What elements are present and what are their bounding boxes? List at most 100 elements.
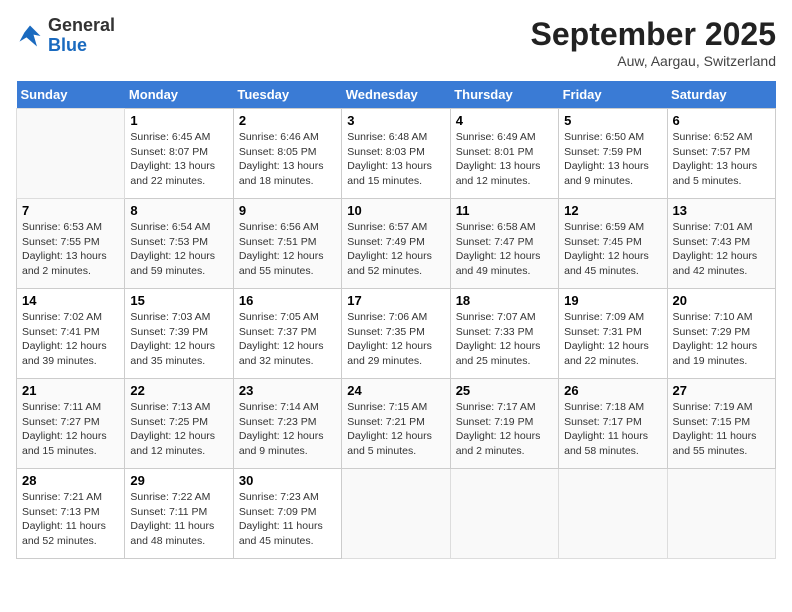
day-info: Sunrise: 6:49 AM Sunset: 8:01 PM Dayligh… [456,130,553,189]
day-number: 24 [347,383,444,398]
logo: General Blue [16,16,115,56]
location: Auw, Aargau, Switzerland [531,53,776,69]
day-info: Sunrise: 7:06 AM Sunset: 7:35 PM Dayligh… [347,310,444,369]
day-number: 26 [564,383,661,398]
day-number: 19 [564,293,661,308]
day-header-thursday: Thursday [450,81,558,109]
title-block: September 2025 Auw, Aargau, Switzerland [531,16,776,69]
week-row-2: 7 Sunrise: 6:53 AM Sunset: 7:55 PM Daylig… [17,199,776,289]
day-info: Sunrise: 7:17 AM Sunset: 7:19 PM Dayligh… [456,400,553,459]
day-info: Sunrise: 6:54 AM Sunset: 7:53 PM Dayligh… [130,220,227,279]
calendar-cell: 16 Sunrise: 7:05 AM Sunset: 7:37 PM Dayli… [233,289,341,379]
calendar-cell: 30 Sunrise: 7:23 AM Sunset: 7:09 PM Dayli… [233,469,341,559]
calendar-cell: 15 Sunrise: 7:03 AM Sunset: 7:39 PM Dayli… [125,289,233,379]
logo-icon [16,22,44,50]
week-row-3: 14 Sunrise: 7:02 AM Sunset: 7:41 PM Dayli… [17,289,776,379]
day-number: 28 [22,473,119,488]
day-info: Sunrise: 7:23 AM Sunset: 7:09 PM Dayligh… [239,490,336,549]
day-number: 12 [564,203,661,218]
day-info: Sunrise: 7:19 AM Sunset: 7:15 PM Dayligh… [673,400,770,459]
day-header-wednesday: Wednesday [342,81,450,109]
day-number: 27 [673,383,770,398]
calendar-cell: 28 Sunrise: 7:21 AM Sunset: 7:13 PM Dayli… [17,469,125,559]
day-info: Sunrise: 7:18 AM Sunset: 7:17 PM Dayligh… [564,400,661,459]
day-info: Sunrise: 6:53 AM Sunset: 7:55 PM Dayligh… [22,220,119,279]
calendar-cell: 17 Sunrise: 7:06 AM Sunset: 7:35 PM Dayli… [342,289,450,379]
day-number: 10 [347,203,444,218]
calendar-cell: 11Sunrise: 6:58 AM Sunset: 7:47 PM Dayli… [450,199,558,289]
day-number: 13 [673,203,770,218]
day-info: Sunrise: 7:07 AM Sunset: 7:33 PM Dayligh… [456,310,553,369]
calendar-cell: 10 Sunrise: 6:57 AM Sunset: 7:49 PM Dayli… [342,199,450,289]
calendar-cell [450,469,558,559]
day-info: Sunrise: 6:48 AM Sunset: 8:03 PM Dayligh… [347,130,444,189]
calendar-cell: 13 Sunrise: 7:01 AM Sunset: 7:43 PM Dayli… [667,199,775,289]
day-number: 22 [130,383,227,398]
calendar-cell: 26 Sunrise: 7:18 AM Sunset: 7:17 PM Dayli… [559,379,667,469]
calendar-cell: 12 Sunrise: 6:59 AM Sunset: 7:45 PM Dayli… [559,199,667,289]
day-header-tuesday: Tuesday [233,81,341,109]
calendar-cell: 3 Sunrise: 6:48 AM Sunset: 8:03 PM Daylig… [342,109,450,199]
day-number: 5 [564,113,661,128]
day-info: Sunrise: 6:50 AM Sunset: 7:59 PM Dayligh… [564,130,661,189]
calendar-cell: 18 Sunrise: 7:07 AM Sunset: 7:33 PM Dayli… [450,289,558,379]
day-info: Sunrise: 7:03 AM Sunset: 7:39 PM Dayligh… [130,310,227,369]
day-number: 14 [22,293,119,308]
calendar-cell: 9 Sunrise: 6:56 AM Sunset: 7:51 PM Daylig… [233,199,341,289]
day-number: 17 [347,293,444,308]
day-number: 21 [22,383,119,398]
day-number: 25 [456,383,553,398]
calendar-cell: 27 Sunrise: 7:19 AM Sunset: 7:15 PM Dayli… [667,379,775,469]
day-info: Sunrise: 7:05 AM Sunset: 7:37 PM Dayligh… [239,310,336,369]
calendar-table: SundayMondayTuesdayWednesdayThursdayFrid… [16,81,776,559]
day-info: Sunrise: 7:02 AM Sunset: 7:41 PM Dayligh… [22,310,119,369]
day-info: Sunrise: 7:21 AM Sunset: 7:13 PM Dayligh… [22,490,119,549]
day-number: 18 [456,293,553,308]
calendar-cell: 19 Sunrise: 7:09 AM Sunset: 7:31 PM Dayli… [559,289,667,379]
week-row-5: 28 Sunrise: 7:21 AM Sunset: 7:13 PM Dayli… [17,469,776,559]
day-number: 7 [22,203,119,218]
calendar-cell: 8Sunrise: 6:54 AM Sunset: 7:53 PM Daylig… [125,199,233,289]
day-info: Sunrise: 7:10 AM Sunset: 7:29 PM Dayligh… [673,310,770,369]
calendar-cell: 24 Sunrise: 7:15 AM Sunset: 7:21 PM Dayli… [342,379,450,469]
calendar-cell [342,469,450,559]
calendar-cell: 2 Sunrise: 6:46 AM Sunset: 8:05 PM Daylig… [233,109,341,199]
day-info: Sunrise: 6:59 AM Sunset: 7:45 PM Dayligh… [564,220,661,279]
day-info: Sunrise: 7:11 AM Sunset: 7:27 PM Dayligh… [22,400,119,459]
calendar-cell: 14 Sunrise: 7:02 AM Sunset: 7:41 PM Dayli… [17,289,125,379]
day-number: 16 [239,293,336,308]
calendar-cell: 25 Sunrise: 7:17 AM Sunset: 7:19 PM Dayli… [450,379,558,469]
day-number: 2 [239,113,336,128]
day-header-sunday: Sunday [17,81,125,109]
day-info: Sunrise: 6:45 AM Sunset: 8:07 PM Dayligh… [130,130,227,189]
day-number: 4 [456,113,553,128]
calendar-cell: 6Sunrise: 6:52 AM Sunset: 7:57 PM Daylig… [667,109,775,199]
day-number: 9 [239,203,336,218]
day-info: Sunrise: 6:46 AM Sunset: 8:05 PM Dayligh… [239,130,336,189]
day-number: 15 [130,293,227,308]
day-info: Sunrise: 7:13 AM Sunset: 7:25 PM Dayligh… [130,400,227,459]
week-row-4: 21 Sunrise: 7:11 AM Sunset: 7:27 PM Dayli… [17,379,776,469]
month-title: September 2025 [531,16,776,53]
calendar-cell: 23 Sunrise: 7:14 AM Sunset: 7:23 PM Dayli… [233,379,341,469]
day-info: Sunrise: 7:14 AM Sunset: 7:23 PM Dayligh… [239,400,336,459]
calendar-cell: 7 Sunrise: 6:53 AM Sunset: 7:55 PM Daylig… [17,199,125,289]
page-header: General Blue September 2025 Auw, Aargau,… [16,16,776,69]
calendar-cell [559,469,667,559]
day-info: Sunrise: 7:01 AM Sunset: 7:43 PM Dayligh… [673,220,770,279]
day-info: Sunrise: 6:58 AM Sunset: 7:47 PM Dayligh… [456,220,553,279]
week-row-1: 1 Sunrise: 6:45 AM Sunset: 8:07 PM Daylig… [17,109,776,199]
day-number: 1 [130,113,227,128]
day-number: 23 [239,383,336,398]
calendar-cell [17,109,125,199]
day-info: Sunrise: 6:56 AM Sunset: 7:51 PM Dayligh… [239,220,336,279]
day-info: Sunrise: 7:15 AM Sunset: 7:21 PM Dayligh… [347,400,444,459]
day-number: 20 [673,293,770,308]
logo-text: General Blue [48,16,115,56]
day-info: Sunrise: 6:57 AM Sunset: 7:49 PM Dayligh… [347,220,444,279]
day-number: 30 [239,473,336,488]
day-info: Sunrise: 7:22 AM Sunset: 7:11 PM Dayligh… [130,490,227,549]
day-number: 3 [347,113,444,128]
calendar-cell: 20 Sunrise: 7:10 AM Sunset: 7:29 PM Dayli… [667,289,775,379]
day-info: Sunrise: 7:09 AM Sunset: 7:31 PM Dayligh… [564,310,661,369]
